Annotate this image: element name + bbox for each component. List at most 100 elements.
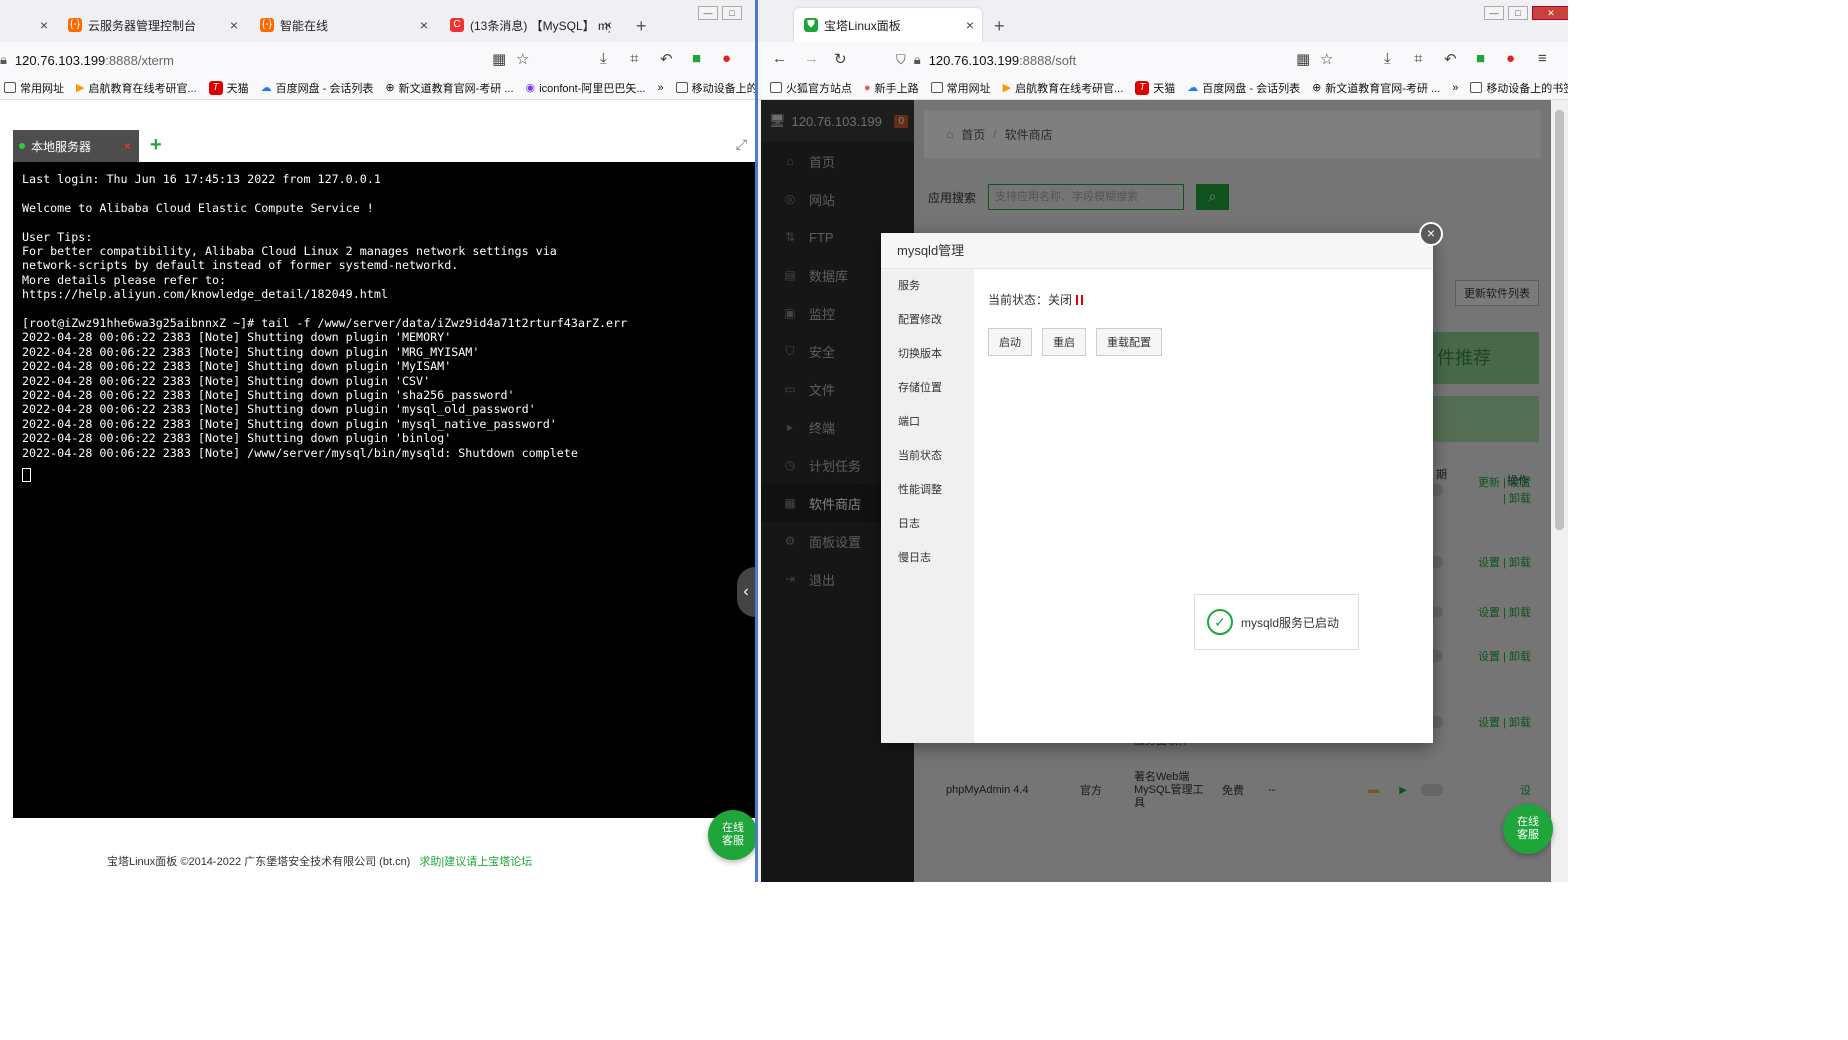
left-tab-3[interactable]: C (13条消息) 【MySQL】 mysq ×: [440, 8, 620, 42]
online-support-button[interactable]: 在线 客服: [1503, 804, 1553, 854]
close-icon[interactable]: ×: [230, 17, 238, 33]
url-bar[interactable]: 🔒︎ 120.76.103.199:8888/xterm: [0, 47, 174, 73]
forward-icon[interactable]: →: [804, 50, 819, 67]
dialog-tab[interactable]: 存储位置: [881, 371, 974, 405]
download-icon[interactable]: ⤓: [600, 50, 607, 67]
tab-label: 云服务器管理控制台: [88, 18, 197, 33]
add-terminal-icon[interactable]: +: [150, 134, 162, 157]
left-tab-1[interactable]: {-} 云服务器管理控制台 ×: [58, 8, 246, 42]
terminal-output[interactable]: Last login: Thu Jun 16 17:45:13 2022 fro…: [13, 162, 755, 818]
bookmark-item[interactable]: ◉ iconfont-阿里巴巴矢...: [526, 80, 646, 96]
bookmark-item[interactable]: ☁ 百度网盘 - 会话列表: [1187, 80, 1300, 96]
minimize-icon[interactable]: —: [698, 6, 718, 20]
bookmark-item[interactable]: 常用网址: [930, 80, 991, 96]
download-icon[interactable]: ⤓: [1384, 50, 1391, 67]
restart-button[interactable]: 重启: [1042, 328, 1086, 356]
undo-icon[interactable]: ↶: [1444, 50, 1457, 68]
close-icon[interactable]: ×: [420, 17, 428, 33]
url-bar[interactable]: ⛉ 🔒︎ 120.76.103.199:8888/soft: [896, 47, 1076, 73]
new-tab-icon[interactable]: +: [994, 16, 1005, 37]
dialog-tab[interactable]: 慢日志: [881, 541, 974, 575]
bookmark-item[interactable]: ▶ 启航教育在线考研官...: [76, 80, 197, 96]
terminal-cursor: [22, 468, 31, 483]
terminal-line: Last login: Thu Jun 16 17:45:13 2022 fro…: [22, 172, 381, 186]
window-controls: — □: [698, 6, 742, 20]
video-icon[interactable]: ●: [722, 50, 731, 67]
close-icon[interactable]: ×: [604, 17, 612, 33]
bookmark-label: 移动设备上的书签: [691, 82, 755, 95]
dialog-tab[interactable]: 服务: [881, 269, 974, 303]
baidu-pan-icon: ☁: [1187, 82, 1199, 94]
bookmark-item[interactable]: ⊕ 新文道教育官网-考研 ...: [385, 80, 513, 96]
xterm-page: 本地服务器 × + ⤢ Last login: Thu Jun 16 17:45…: [0, 100, 755, 882]
page-scrollbar[interactable]: [1551, 100, 1568, 882]
qr-code-icon[interactable]: ▦: [492, 50, 506, 68]
bookmark-label: 新文道教育官网-考研 ...: [398, 82, 514, 95]
dialog-tab[interactable]: 当前状态: [881, 439, 974, 473]
video-icon[interactable]: ●: [1506, 50, 1515, 67]
mobile-icon: [1470, 82, 1483, 93]
undo-icon[interactable]: ↶: [660, 50, 673, 68]
close-icon[interactable]: ×: [40, 17, 48, 33]
bookmark-item[interactable]: 移动设备上的书签: [1470, 80, 1568, 96]
mobile-icon: [675, 82, 688, 93]
close-icon[interactable]: ×: [124, 139, 131, 153]
close-window-icon[interactable]: ✕: [1532, 6, 1568, 20]
star-icon[interactable]: ☆: [516, 50, 529, 68]
qr-code-icon[interactable]: ▦: [1296, 50, 1310, 68]
back-icon[interactable]: ←: [772, 50, 787, 67]
bookmark-item[interactable]: ☁ 百度网盘 - 会话列表: [261, 80, 374, 96]
url-host: 120.76.103.199: [928, 52, 1020, 68]
close-icon[interactable]: ×: [966, 17, 974, 33]
menu-icon[interactable]: ≡: [1538, 50, 1547, 67]
terminal-tabs: 本地服务器 × + ⤢: [13, 130, 755, 162]
dialog-tab[interactable]: 端口: [881, 405, 974, 439]
new-tab-icon[interactable]: +: [636, 16, 647, 37]
bookmarks-overflow[interactable]: »: [658, 82, 664, 94]
terminal-tab[interactable]: 本地服务器 ×: [13, 130, 139, 162]
extension-icon[interactable]: ■: [692, 50, 701, 67]
bookmark-item[interactable]: T 天猫: [208, 80, 249, 96]
dialog-tab[interactable]: 日志: [881, 507, 974, 541]
collapse-icon[interactable]: ‹: [737, 567, 755, 617]
expand-icon[interactable]: ⤢: [736, 136, 747, 153]
dialog-tab[interactable]: 性能调整: [881, 473, 974, 507]
bookmark-item[interactable]: T 天猫: [1135, 80, 1175, 96]
left-tab-2[interactable]: {-} 智能在线 ×: [250, 8, 436, 42]
url-host: 120.76.103.199: [14, 52, 106, 68]
maximize-icon[interactable]: □: [1508, 6, 1528, 20]
service-buttons: 启动 重启 重载配置: [988, 328, 1419, 356]
crop-icon[interactable]: ⌗: [630, 50, 638, 67]
aliyun-icon: {-}: [260, 18, 274, 32]
url-path: :8888/xterm: [105, 52, 174, 68]
bookmark-item[interactable]: 常用网址: [4, 80, 64, 96]
terminal-line: network-scripts by default instead of fo…: [22, 258, 459, 273]
left-tab-0[interactable]: ×: [0, 8, 56, 42]
bookmark-item[interactable]: ▶ 启航教育在线考研官...: [1003, 80, 1124, 96]
crop-icon[interactable]: ⌗: [1414, 50, 1422, 67]
bookmark-item[interactable]: 移动设备上的书签: [675, 80, 755, 96]
reload-config-button[interactable]: 重载配置: [1096, 328, 1162, 356]
forum-link[interactable]: 求助|建议请上宝塔论坛: [419, 856, 532, 868]
extension-icon[interactable]: ■: [1476, 50, 1485, 67]
aliyun-icon: {-}: [68, 18, 82, 32]
bookmarks-overflow[interactable]: »: [1452, 82, 1458, 94]
right-tab-bt-panel[interactable]: ⛊ 宝塔Linux面板 ×: [794, 8, 982, 42]
maximize-icon[interactable]: □: [722, 6, 742, 20]
bookmark-item[interactable]: ⊕ 新文道教育官网-考研 ...: [1312, 80, 1440, 96]
bookmark-item[interactable]: 火狐官方站点: [770, 80, 852, 96]
online-support-button[interactable]: 在线 客服: [708, 810, 755, 860]
bookmark-item[interactable]: ● 新手上路: [864, 80, 919, 96]
dialog-tab[interactable]: 配置修改: [881, 303, 974, 337]
reload-icon[interactable]: ↻: [834, 50, 847, 68]
start-button[interactable]: 启动: [988, 328, 1032, 356]
bt-panel: 🖥︎ 120.76.103.199 0 ⌂首页◎网站⇅FTP▤数据库▣监控⛉安全…: [761, 100, 1551, 882]
star-icon[interactable]: ☆: [1320, 50, 1333, 68]
scrollbar-thumb[interactable]: [1555, 110, 1564, 530]
bookmark-label: 新手上路: [874, 82, 919, 95]
tab-label: 智能在线: [280, 18, 329, 33]
minimize-icon[interactable]: —: [1484, 6, 1504, 20]
dialog-tab[interactable]: 切换版本: [881, 337, 974, 371]
globe-icon: ⊕: [1312, 82, 1322, 94]
close-icon[interactable]: ×: [1419, 222, 1443, 246]
